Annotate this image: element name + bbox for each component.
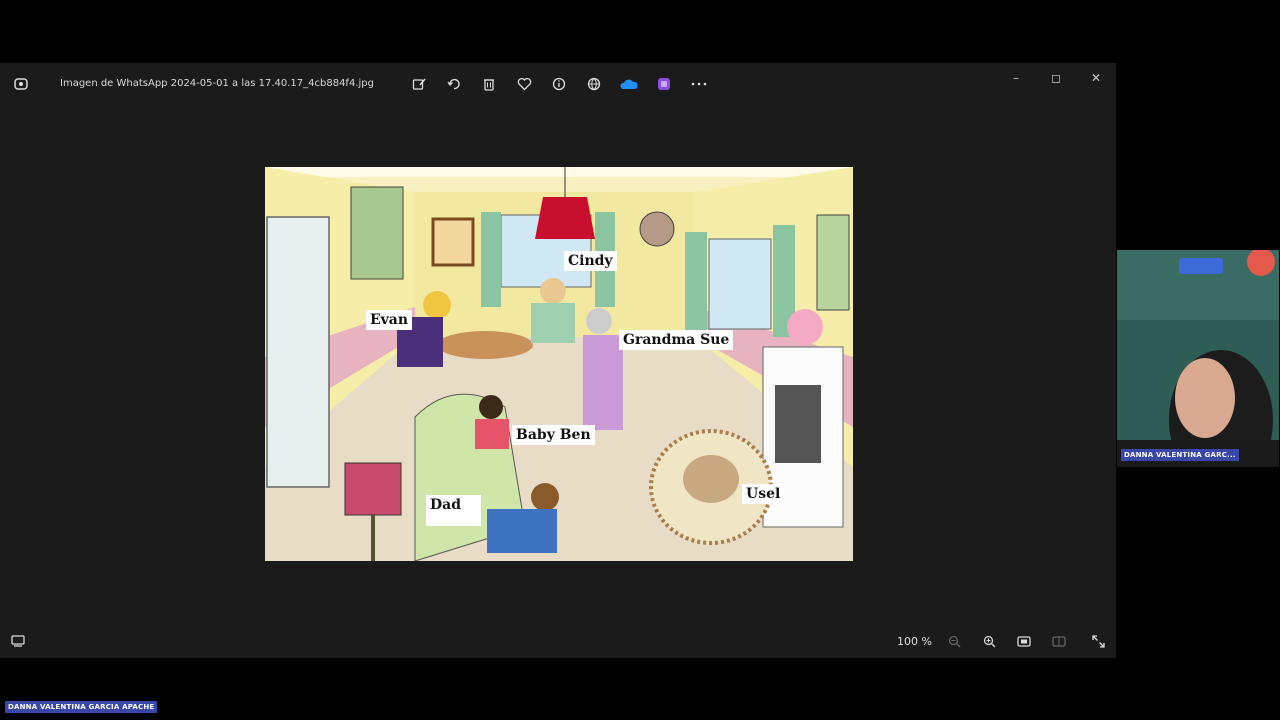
photos-app-icon[interactable]: [10, 73, 32, 95]
photo-viewer-window: Imagen de WhatsApp 2024-05-01 a las 17.4…: [0, 63, 1116, 658]
filmstrip-icon[interactable]: [9, 633, 27, 649]
share-icon[interactable]: [583, 73, 605, 95]
delete-icon[interactable]: [478, 73, 500, 95]
zoom-out-icon[interactable]: [944, 632, 964, 650]
zoom-level[interactable]: 100 %: [897, 635, 932, 648]
window-controls: – ◻ ✕: [996, 63, 1116, 93]
info-icon[interactable]: [548, 73, 570, 95]
displayed-image: Cindy Evan Grandma Sue Baby Ben Dad Usel: [265, 167, 853, 561]
webcam-video: [1117, 250, 1279, 467]
label-grandma-sue: Grandma Sue: [619, 330, 734, 350]
clipchamp-icon[interactable]: [653, 73, 675, 95]
minimize-button[interactable]: –: [996, 63, 1036, 93]
bottom-bar: 100 %: [0, 625, 1116, 658]
webcam-name-tag: DANNA VALENTINA GARC...: [1121, 449, 1239, 461]
favorite-icon[interactable]: [513, 73, 535, 95]
webcam-tile: DANNA VALENTINA GARC...: [1117, 250, 1279, 467]
onedrive-icon[interactable]: [618, 73, 640, 95]
label-baby-ben: Baby Ben: [512, 425, 595, 445]
participant-name-tag: DANNA VALENTINA GARCIA APACHE: [5, 701, 158, 713]
edit-image-icon[interactable]: [408, 73, 430, 95]
label-evan: Evan: [366, 310, 413, 330]
label-cindy: Cindy: [564, 251, 617, 271]
label-usel: Usel: [742, 484, 785, 504]
viewer-toolbar: [408, 73, 710, 95]
rotate-icon[interactable]: [443, 73, 465, 95]
zoom-in-icon[interactable]: [979, 632, 999, 650]
title-bar: Imagen de WhatsApp 2024-05-01 a las 17.4…: [0, 63, 1116, 105]
maximize-button[interactable]: ◻: [1036, 63, 1076, 93]
fullscreen-icon[interactable]: [1088, 632, 1108, 650]
more-icon[interactable]: [688, 73, 710, 95]
fit-to-window-icon[interactable]: [1014, 632, 1034, 650]
actual-size-icon[interactable]: [1049, 632, 1069, 650]
label-dad: Dad: [426, 495, 482, 526]
file-title: Imagen de WhatsApp 2024-05-01 a las 17.4…: [60, 78, 374, 89]
close-button[interactable]: ✕: [1076, 63, 1116, 93]
